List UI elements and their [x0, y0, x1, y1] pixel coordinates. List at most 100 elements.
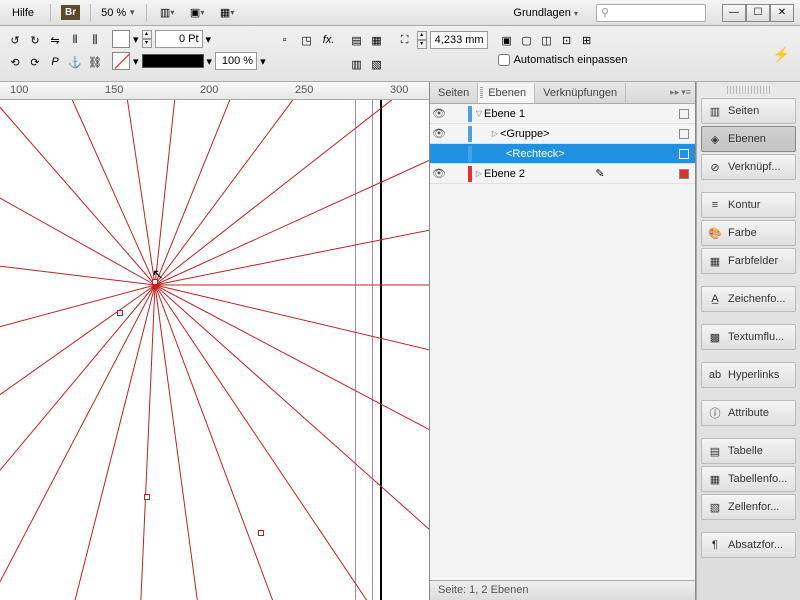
- stroke-icon: ≡: [708, 198, 722, 212]
- fill-frame-icon[interactable]: ◫: [538, 30, 556, 50]
- visibility-icon[interactable]: 👁: [430, 167, 448, 180]
- p-icon[interactable]: P: [46, 52, 64, 72]
- layer-row[interactable]: 👁 ▽ Ebene 1: [430, 104, 695, 124]
- dock-hyperlinks[interactable]: abHyperlinks: [701, 362, 796, 388]
- dock-grip[interactable]: [727, 86, 770, 94]
- fit-frame-icon[interactable]: ▢: [518, 30, 536, 50]
- dock-tablestyles[interactable]: ▦Tabellenfo...: [701, 466, 796, 492]
- visibility-icon[interactable]: 👁: [430, 107, 448, 120]
- layer-name: <Rechteck>: [506, 148, 565, 160]
- effects-icon[interactable]: ▫: [276, 30, 294, 50]
- dock-links[interactable]: ⊘Verknüpf...: [701, 154, 796, 180]
- menu-help[interactable]: Hilfe: [6, 4, 40, 22]
- textwrap-around-icon[interactable]: ▦: [368, 30, 386, 50]
- stroke-weight-field[interactable]: 0 Pt: [155, 30, 203, 48]
- dock-attributes[interactable]: ⓘAttribute: [701, 400, 796, 426]
- chain-icon[interactable]: ⛓: [86, 52, 104, 72]
- parastyle-icon: ¶: [708, 538, 722, 552]
- zoom-level[interactable]: 50 % ▼: [101, 7, 136, 19]
- fill-swatch[interactable]: [112, 30, 130, 48]
- layer-row-selected[interactable]: <Rechteck>: [430, 144, 695, 164]
- rotate-cw-icon[interactable]: ↻: [26, 30, 44, 50]
- fx-icon[interactable]: fx.: [320, 30, 338, 50]
- arrange-icon[interactable]: ▦▾: [217, 4, 237, 22]
- corner-icon[interactable]: ◳: [298, 30, 316, 50]
- panel-menu-icon[interactable]: ▾≡: [681, 87, 691, 98]
- disclosure-triangle[interactable]: ▽: [474, 109, 484, 118]
- tablestyle-icon: ▦: [708, 472, 722, 486]
- maximize-button[interactable]: ☐: [746, 4, 770, 22]
- dock-table[interactable]: ▤Tabelle: [701, 438, 796, 464]
- minimize-button[interactable]: —: [722, 4, 746, 22]
- screen-mode-icon[interactable]: ▣▾: [187, 4, 207, 22]
- dock-layers[interactable]: ◈Ebenen: [701, 126, 796, 152]
- autofit-checkbox[interactable]: Automatisch einpassen: [498, 54, 628, 66]
- opacity-field[interactable]: 100 %: [215, 52, 257, 70]
- tab-links[interactable]: Verknüpfungen: [535, 83, 626, 103]
- disclosure-triangle[interactable]: ▷: [490, 129, 500, 138]
- collapse-icon[interactable]: ▸▸: [670, 87, 679, 98]
- layer-name: <Gruppe>: [500, 128, 550, 140]
- rotate-ccw-icon[interactable]: ↺: [6, 30, 24, 50]
- horizontal-ruler[interactable]: 100 150 200 250 300: [0, 82, 429, 100]
- swatches-icon: ▦: [708, 254, 722, 268]
- fit-prop-icon[interactable]: ⊞: [578, 30, 596, 50]
- select-chip[interactable]: [679, 109, 689, 119]
- selection-handle[interactable]: [117, 310, 123, 316]
- center-content-icon[interactable]: ⊡: [558, 30, 576, 50]
- select-chip[interactable]: [679, 129, 689, 139]
- workspace-switcher[interactable]: Grundlagen ▾: [505, 5, 586, 21]
- measure-field[interactable]: 4,233 mm: [430, 31, 488, 49]
- pages-icon: ▥: [708, 104, 722, 118]
- selection-handle[interactable]: [144, 494, 150, 500]
- control-bar: ↺ ↻ ⇋ ⫴ ⫼ ⟲ ⟳ P ⚓ ⛓ ▾ ▴▾ 0 Pt▾ ▾ ▾ 100 %…: [0, 26, 800, 82]
- char-icon: A̲: [708, 292, 722, 306]
- dock-parastyles[interactable]: ¶Absatzfor...: [701, 532, 796, 558]
- selection-handle[interactable]: [258, 530, 264, 536]
- document-canvas[interactable]: [0, 100, 429, 600]
- select-chip[interactable]: [679, 169, 689, 179]
- rotate-180-icon[interactable]: ⟲: [6, 52, 24, 72]
- dock-charstyles[interactable]: A̲Zeichenfo...: [701, 286, 796, 312]
- measure-icon[interactable]: ⛶: [396, 30, 414, 50]
- separator: [50, 4, 51, 22]
- textwrap-jump-icon[interactable]: ▥: [348, 54, 366, 74]
- layers-list: 👁 ▽ Ebene 1 👁 ▷ <Gruppe> <Rechteck>: [430, 104, 695, 580]
- dock-color[interactable]: 🎨Farbe: [701, 220, 796, 246]
- tab-pages[interactable]: Seiten: [430, 83, 478, 103]
- dock-textwrap[interactable]: ▩Textumflu...: [701, 324, 796, 350]
- close-button[interactable]: ✕: [770, 4, 794, 22]
- no-fill-swatch[interactable]: [112, 52, 130, 70]
- transform-tools: ↺ ↻ ⇋ ⫴ ⫼ ⟲ ⟳ P ⚓ ⛓: [6, 30, 104, 72]
- stroke-stepper[interactable]: ▴▾: [142, 30, 152, 48]
- fit-content-icon[interactable]: ▣: [498, 30, 516, 50]
- disclosure-triangle[interactable]: ▷: [474, 169, 484, 178]
- window-controls: — ☐ ✕: [722, 4, 794, 22]
- panels-column: Seiten Ebenen Verknüpfungen ▸▸ ▾≡ 👁 ▽ Eb…: [430, 82, 696, 600]
- anchor-icon[interactable]: ⚓: [66, 52, 84, 72]
- layer-name: Ebene 2: [484, 168, 525, 180]
- dock-cellstyles[interactable]: ▧Zellenfor...: [701, 494, 796, 520]
- tab-layers[interactable]: Ebenen: [478, 83, 535, 103]
- flip-h-icon[interactable]: ⇋: [46, 30, 64, 50]
- textwrap-none-icon[interactable]: ▤: [348, 30, 366, 50]
- layer-row[interactable]: 👁 ▷ Ebene 2 ✎: [430, 164, 695, 184]
- dock-stroke[interactable]: ≡Kontur: [701, 192, 796, 218]
- view-options-icon[interactable]: ▥▾: [157, 4, 177, 22]
- stroke-style[interactable]: [142, 54, 204, 68]
- distribute-icon[interactable]: ⫼: [86, 30, 104, 50]
- visibility-icon[interactable]: 👁: [430, 127, 448, 140]
- rotate-90-icon[interactable]: ⟳: [26, 52, 44, 72]
- layer-row[interactable]: 👁 ▷ <Gruppe>: [430, 124, 695, 144]
- dock-swatches[interactable]: ▦Farbfelder: [701, 248, 796, 274]
- align-icon[interactable]: ⫴: [66, 30, 84, 50]
- dock-pages[interactable]: ▥Seiten: [701, 98, 796, 124]
- quick-apply-icon[interactable]: ⚡: [773, 46, 790, 63]
- select-chip[interactable]: [679, 149, 689, 159]
- search-input[interactable]: ⚲: [596, 4, 706, 22]
- pen-icon: ✎: [595, 167, 604, 180]
- textwrap-skip-icon[interactable]: ▧: [368, 54, 386, 74]
- measure-stepper[interactable]: ▴▾: [417, 31, 427, 49]
- selection-handle[interactable]: [152, 279, 158, 285]
- bridge-button[interactable]: Br: [61, 5, 80, 20]
